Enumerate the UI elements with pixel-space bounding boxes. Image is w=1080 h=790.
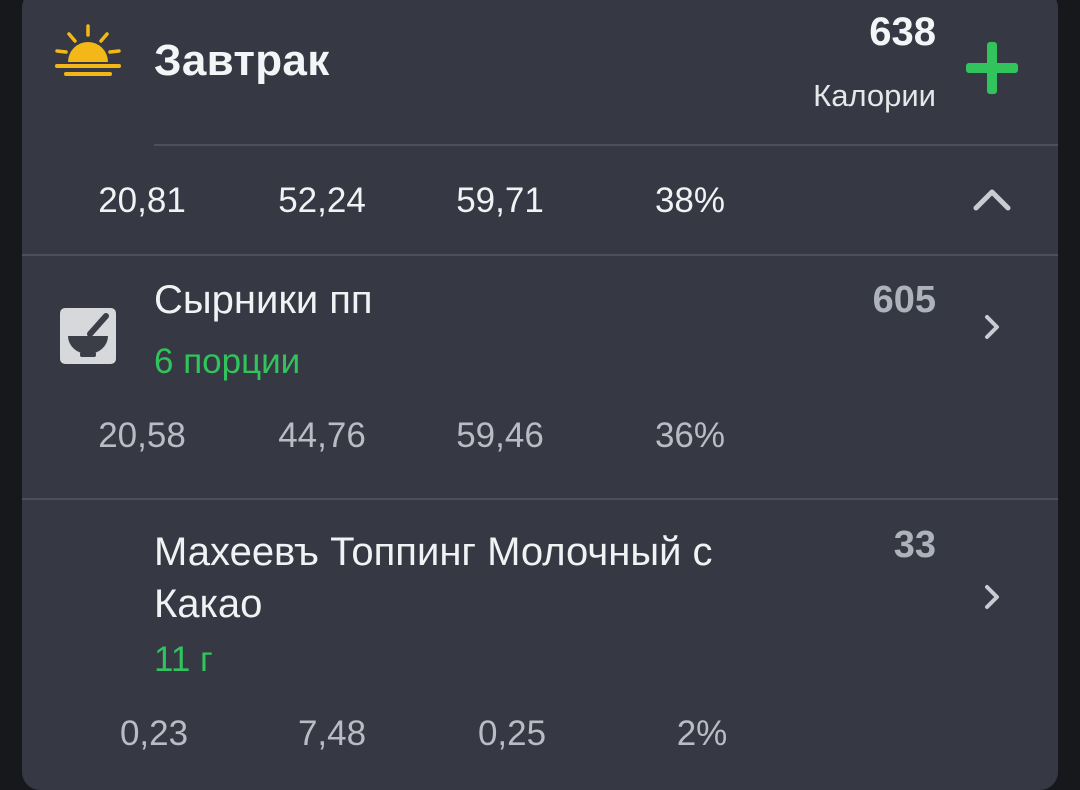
item-nutrient-value: 0,23 [119,714,189,753]
item-nutrient-value: 44,76 [278,416,366,455]
item-calories: 605 [872,279,936,321]
meal-header[interactable]: Завтрак 638 Калории [22,0,1058,135]
item-name: Махеевъ Топпинг Молочный с Какао [154,530,713,626]
summary-value: 52,24 [278,181,366,220]
item-portion: 6 порции [154,342,301,381]
item-nutrient-value: 59,46 [456,416,544,455]
meal-title: Завтрак [154,36,330,85]
item-nutrient-value: 20,58 [98,416,186,455]
recipe-mortar-icon [60,308,116,364]
item-calories: 33 [893,524,936,566]
summary-value: 59,71 [456,181,544,220]
item-nutrient-value: 7,48 [297,714,367,753]
chevron-up-icon[interactable] [972,186,1012,212]
item-nutrient-value: 36% [654,416,726,455]
meal-calories-label: Калории [813,78,936,113]
meal-calories-value: 638 [869,10,936,54]
item-nutrients: 20,58 44,76 59,46 36% [22,416,1058,466]
summary-value: 20,81 [98,181,186,220]
item-nutrients: 0,23 7,48 0,25 2% [22,714,1058,764]
meal-summary-row[interactable]: 20,81 52,24 59,71 38% [22,181,1058,231]
list-item[interactable]: Махеевъ Топпинг Молочный с Какао 11 г 33… [22,500,1058,790]
sunrise-icon [55,24,121,76]
item-portion: 11 г [154,640,213,679]
list-item[interactable]: Сырники пп 6 порции 605 20,58 44,76 59,4… [22,256,1058,498]
summary-value: 38% [654,181,726,220]
plus-icon[interactable] [964,40,1020,96]
chevron-right-icon [985,585,999,609]
item-nutrient-value: 2% [676,714,728,753]
item-nutrient-value: 0,25 [477,714,547,753]
meal-card: Завтрак 638 Калории 20,81 52,24 59,71 38… [22,0,1058,790]
item-name: Сырники пп [154,278,373,322]
chevron-right-icon [985,315,999,339]
header-divider [154,144,1058,146]
